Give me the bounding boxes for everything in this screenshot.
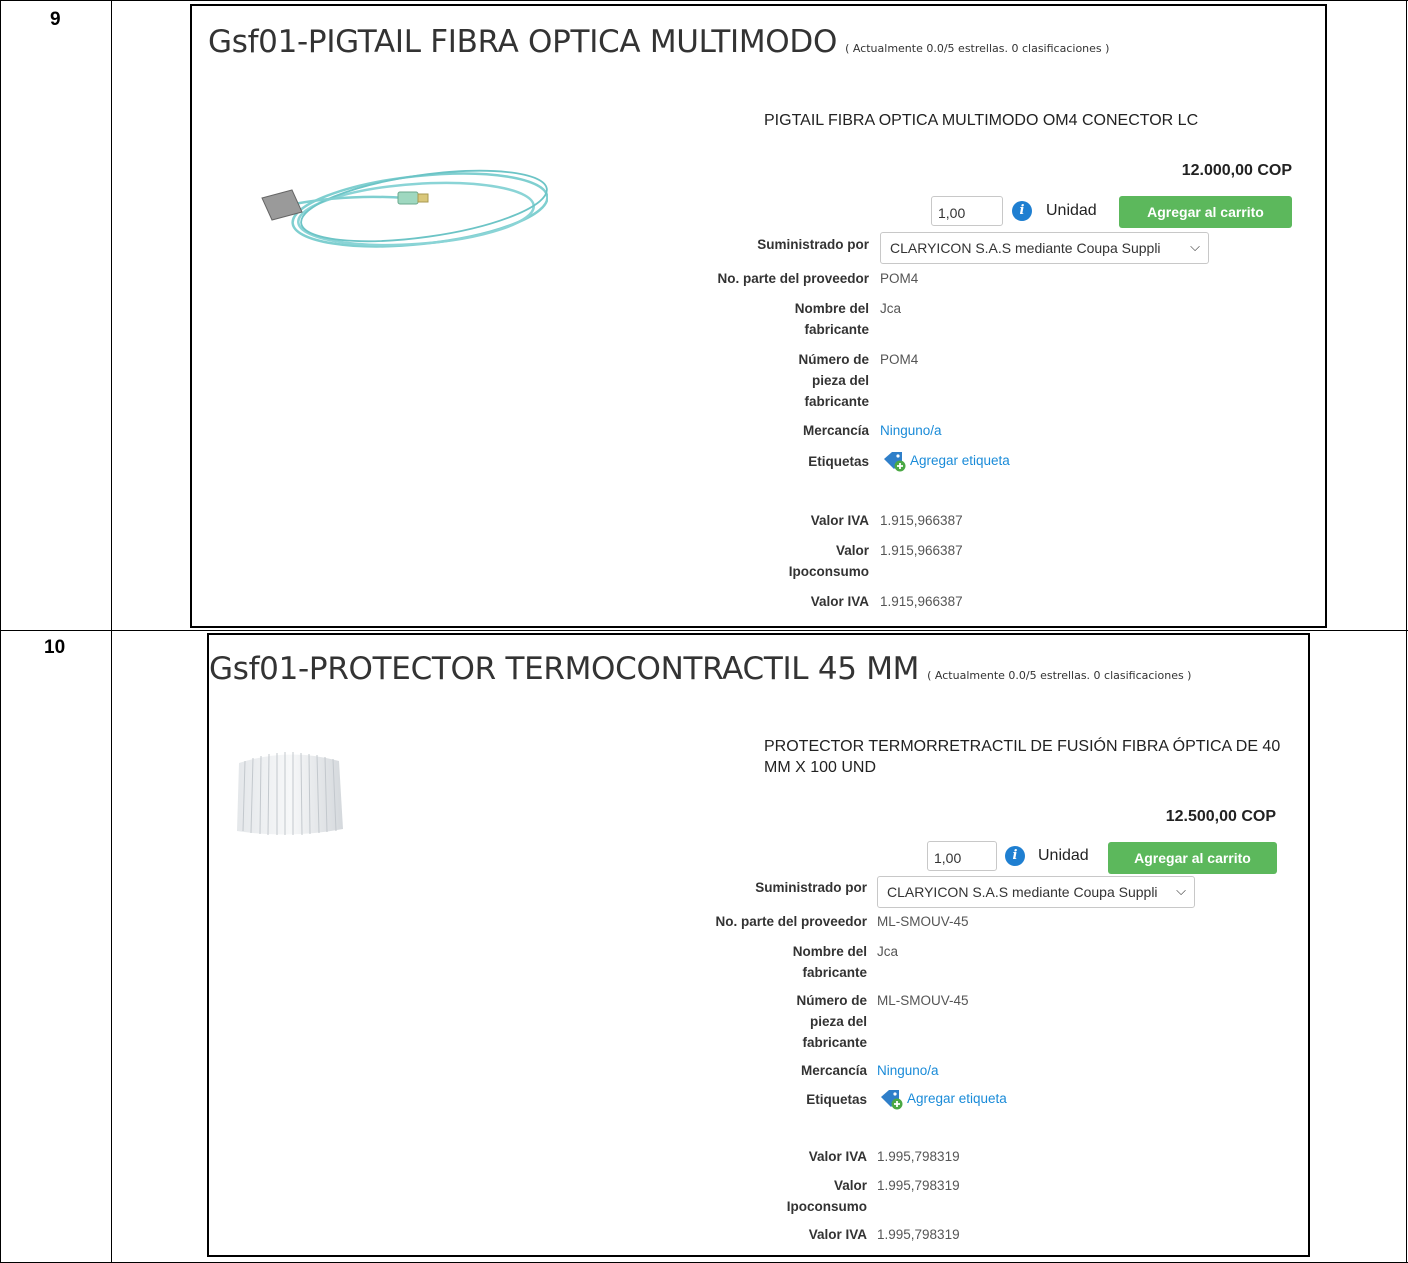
product-title: Gsf01-PIGTAIL FIBRA OPTICA MULTIMODO( Ac…: [208, 24, 1110, 60]
add-tag-link[interactable]: Agregar etiqueta: [882, 450, 1010, 472]
row-number: 9: [50, 9, 61, 30]
manufacturer-value: Jca: [877, 944, 899, 959]
product-card: Gsf01-PIGTAIL FIBRA OPTICA MULTIMODO( Ac…: [190, 4, 1327, 628]
unit-label: Unidad: [1046, 202, 1097, 219]
rating-text: ( Actualmente 0.0/5 estrellas. 0 clasifi…: [927, 669, 1192, 682]
supplier-part-value: POM4: [880, 271, 919, 286]
tags-label: Etiquetas: [806, 1092, 867, 1107]
supplier-select[interactable]: CLARYICON S.A.S mediante Coupa Suppli ⌵: [877, 876, 1195, 908]
iva-label: Valor IVA: [808, 1149, 867, 1164]
iva-label: Valor IVA: [810, 594, 869, 609]
product-image: [237, 752, 343, 836]
supplier-label: Suministrado por: [757, 237, 869, 252]
iva-value: 1.915,966387: [880, 513, 963, 528]
supplier-part-value: ML-SMOUV-45: [877, 914, 969, 929]
supplier-label: Suministrado por: [755, 880, 867, 895]
supplier-part-label: No. parte del proveedor: [715, 914, 867, 929]
iva-value: 1.915,966387: [880, 594, 963, 609]
manufacturer-part-label: Número de pieza del fabricante: [796, 993, 867, 1050]
iva-value: 1.995,798319: [877, 1227, 960, 1242]
manufacturer-value: Jca: [880, 301, 902, 316]
info-icon[interactable]: i: [1005, 846, 1025, 866]
chevron-down-icon: ⌵: [1190, 239, 1200, 254]
manufacturer-label: Nombre del fabricante: [794, 301, 869, 337]
row-number: 10: [44, 637, 66, 658]
add-to-cart-button[interactable]: Agregar al carrito: [1119, 196, 1292, 228]
add-to-cart-button[interactable]: Agregar al carrito: [1108, 842, 1277, 874]
manufacturer-label: Nombre del fabricante: [792, 944, 867, 980]
supplier-part-label: No. parte del proveedor: [717, 271, 869, 286]
manufacturer-part-value: POM4: [880, 352, 919, 367]
ipoconsumo-value: 1.915,966387: [880, 543, 963, 558]
supplier-select[interactable]: CLARYICON S.A.S mediante Coupa Suppli ⌵: [880, 232, 1209, 264]
commodity-label: Mercancía: [800, 1063, 867, 1078]
quantity-input[interactable]: 1,00: [927, 841, 997, 871]
product-title: Gsf01-PROTECTOR TERMOCONTRACTIL 45 MM( A…: [209, 651, 1192, 687]
table-border-right: [1406, 0, 1407, 1263]
info-icon[interactable]: i: [1012, 201, 1032, 221]
table-column-divider: [111, 0, 112, 1263]
product-price: 12.000,00 COP: [1181, 162, 1292, 179]
add-tag-link[interactable]: Agregar etiqueta: [879, 1088, 1007, 1110]
product-description: PIGTAIL FIBRA OPTICA MULTIMODO OM4 CONEC…: [764, 112, 1199, 129]
unit-label: Unidad: [1038, 847, 1089, 864]
iva-value: 1.995,798319: [877, 1149, 960, 1164]
commodity-label: Mercancía: [802, 423, 869, 438]
manufacturer-part-label: Número de pieza del fabricante: [798, 352, 869, 409]
tag-add-icon: [884, 452, 906, 472]
tags-label: Etiquetas: [808, 454, 869, 469]
quantity-input[interactable]: 1,00: [931, 196, 1003, 226]
ipoconsumo-label: Valor Ipoconsumo: [786, 1178, 867, 1214]
iva-label: Valor IVA: [810, 513, 869, 528]
product-card: Gsf01-PROTECTOR TERMOCONTRACTIL 45 MM( A…: [207, 633, 1310, 1257]
product-description: PROTECTOR TERMORRETRACTIL DE FUSIÓN FIBR…: [764, 738, 1281, 776]
ipoconsumo-label: Valor Ipoconsumo: [788, 543, 869, 579]
manufacturer-part-value: ML-SMOUV-45: [877, 993, 969, 1008]
rating-text: ( Actualmente 0.0/5 estrellas. 0 clasifi…: [845, 42, 1110, 55]
table-row-divider: [0, 630, 1408, 631]
product-image: [261, 169, 548, 248]
table-border-left: [0, 0, 1, 1263]
table-border-top: [0, 0, 1408, 1]
ipoconsumo-value: 1.995,798319: [877, 1178, 960, 1193]
product-price: 12.500,00 COP: [1165, 808, 1276, 825]
chevron-down-icon: ⌵: [1176, 883, 1186, 898]
commodity-link[interactable]: Ninguno/a: [877, 1060, 939, 1081]
commodity-link[interactable]: Ninguno/a: [880, 420, 942, 441]
tag-add-icon: [881, 1090, 903, 1110]
iva-label: Valor IVA: [808, 1227, 867, 1242]
